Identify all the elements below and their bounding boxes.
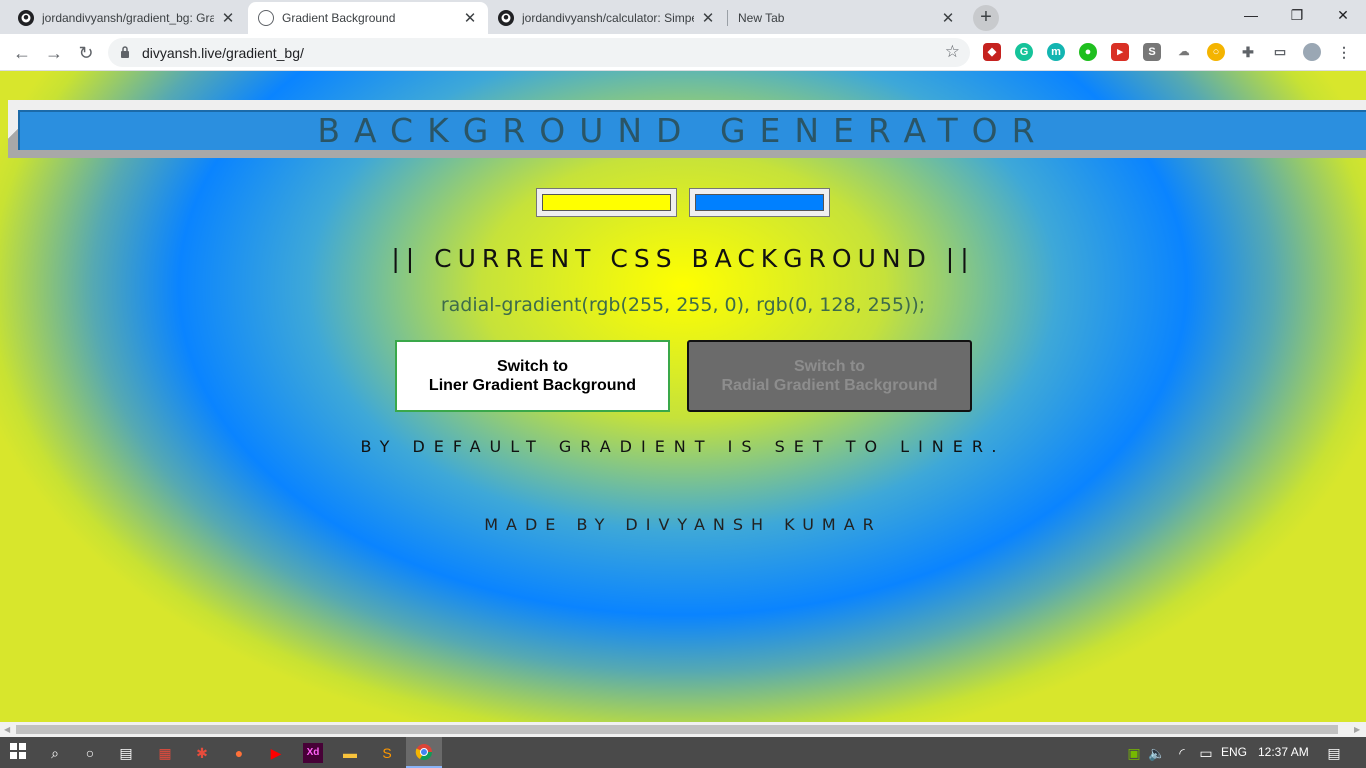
- extension-green-icon[interactable]: ●: [1079, 43, 1097, 61]
- cortana-icon[interactable]: ○: [80, 743, 100, 763]
- cast-icon[interactable]: ▭: [1271, 43, 1289, 61]
- default-gradient-note: BY DEFAULT GRADIENT IS SET TO LINER.: [360, 437, 1006, 456]
- forward-button[interactable]: →: [40, 39, 68, 67]
- menu-kebab-icon[interactable]: ⋮: [1335, 43, 1353, 61]
- tab-calculator-repo[interactable]: jordandivyansh/calculator: Simpe ✕: [488, 2, 726, 34]
- close-icon[interactable]: ✕: [940, 9, 956, 27]
- tab-title: Gradient Background: [282, 11, 396, 25]
- tab-title: New Tab: [738, 11, 785, 25]
- page-viewport: BACKGROUND GENERATOR || CURRENT CSS BACK…: [0, 71, 1366, 722]
- volume-icon[interactable]: 🔈: [1147, 743, 1167, 763]
- bookmark-star-icon[interactable]: ☆: [945, 42, 960, 62]
- button-label-line1: Switch to: [496, 358, 569, 375]
- switch-to-radial-button[interactable]: Switch to Radial Gradient Background: [687, 340, 972, 412]
- extension-shield-icon[interactable]: ◆: [983, 43, 1001, 61]
- tab-gradient-background[interactable]: Gradient Background ✕: [248, 2, 488, 34]
- adobe-xd-icon[interactable]: Xd: [303, 743, 323, 763]
- button-label-line2: Radial Gradient Background: [721, 377, 938, 394]
- back-button[interactable]: ←: [8, 39, 36, 67]
- maximize-button[interactable]: ❐: [1274, 0, 1320, 30]
- app-grid-icon[interactable]: ▦: [155, 743, 175, 763]
- grammarly-icon[interactable]: G: [1015, 43, 1033, 61]
- tab-title: jordandivyansh/calculator: Simpe: [522, 11, 694, 25]
- chrome-icon[interactable]: [414, 743, 434, 763]
- github-icon: [498, 10, 514, 26]
- avatar[interactable]: [1303, 43, 1321, 61]
- address-bar[interactable]: divyansh.live/gradient_bg/ ☆: [108, 38, 970, 67]
- extension-ring-icon[interactable]: ○: [1207, 43, 1225, 61]
- tab-new-tab[interactable]: New Tab ✕: [728, 2, 966, 34]
- language-indicator[interactable]: ENG: [1221, 745, 1247, 759]
- extension-cloud-icon[interactable]: ☁: [1175, 43, 1193, 61]
- banner-shadow: [8, 150, 1366, 158]
- color-picker-2[interactable]: [689, 188, 830, 217]
- windows-start-icon[interactable]: [8, 743, 28, 763]
- file-explorer-icon[interactable]: ▬: [340, 743, 360, 763]
- lock-icon[interactable]: [120, 46, 130, 58]
- extension-s-icon[interactable]: S: [1143, 43, 1161, 61]
- close-icon[interactable]: ✕: [700, 9, 716, 27]
- color-swatch-2[interactable]: [695, 194, 824, 211]
- nvidia-icon[interactable]: ▣: [1124, 743, 1144, 763]
- color-swatch-1[interactable]: [542, 194, 671, 211]
- scrollbar-thumb[interactable]: [16, 725, 1338, 734]
- globe-icon: [258, 10, 274, 26]
- firefox-icon[interactable]: ●: [229, 743, 249, 763]
- sublime-text-icon[interactable]: S: [377, 743, 397, 763]
- clock[interactable]: 12:37 AM: [1258, 745, 1309, 759]
- scroll-right-icon[interactable]: ▶: [1354, 725, 1360, 734]
- minimize-button[interactable]: —: [1228, 0, 1274, 30]
- page-title: BACKGROUND GENERATOR: [317, 111, 1049, 150]
- browser-toolbar: ← → ↻ divyansh.live/gradient_bg/ ☆ ◆ G m…: [0, 34, 1366, 71]
- horizontal-scrollbar[interactable]: ◀ ▶: [0, 722, 1366, 737]
- new-tab-button[interactable]: +: [973, 5, 999, 31]
- css-background-value: radial-gradient(rgb(255, 255, 0), rgb(0,…: [440, 294, 926, 316]
- close-window-button[interactable]: ✕: [1320, 0, 1366, 30]
- settings-gear-icon[interactable]: ✱: [192, 743, 212, 763]
- tab-gradient-bg-repo[interactable]: jordandivyansh/gradient_bg: Gra ✕: [8, 2, 246, 34]
- browser-tab-strip: jordandivyansh/gradient_bg: Gra ✕ Gradie…: [0, 0, 1366, 34]
- battery-icon[interactable]: ▭: [1196, 743, 1216, 763]
- button-label-line1: Switch to: [793, 358, 866, 375]
- tab-title: jordandivyansh/gradient_bg: Gra: [42, 11, 214, 25]
- current-css-heading: || CURRENT CSS BACKGROUND ||: [391, 244, 975, 273]
- extension-red-icon[interactable]: ▸: [1111, 43, 1129, 61]
- github-icon: [18, 10, 34, 26]
- close-icon[interactable]: ✕: [220, 9, 236, 27]
- wifi-icon[interactable]: ◜: [1172, 743, 1192, 763]
- task-view-icon[interactable]: ▤: [116, 743, 136, 763]
- windows-taskbar: ⌕ ○ ▤ ▦ ✱ ● ▶ Xd ▬ S ▣ 🔈 ◜ ▭ ENG 12:37 A…: [0, 737, 1366, 768]
- extensions-puzzle-icon[interactable]: ✚: [1239, 43, 1257, 61]
- media-player-icon[interactable]: ▶: [266, 743, 286, 763]
- url-text[interactable]: divyansh.live/gradient_bg/: [142, 45, 304, 61]
- author-credit: MADE BY DIVYANSH KUMAR: [484, 515, 882, 534]
- button-label-line2: Liner Gradient Background: [428, 377, 637, 394]
- extension-m-icon[interactable]: m: [1047, 43, 1065, 61]
- search-icon[interactable]: ⌕: [45, 743, 65, 763]
- color-picker-1[interactable]: [536, 188, 677, 217]
- close-icon[interactable]: ✕: [462, 9, 478, 27]
- switch-to-linear-button[interactable]: Switch to Liner Gradient Background: [395, 340, 670, 412]
- notification-icon[interactable]: ▤: [1324, 743, 1344, 763]
- reload-button[interactable]: ↻: [72, 39, 100, 67]
- scroll-left-icon[interactable]: ◀: [4, 725, 10, 734]
